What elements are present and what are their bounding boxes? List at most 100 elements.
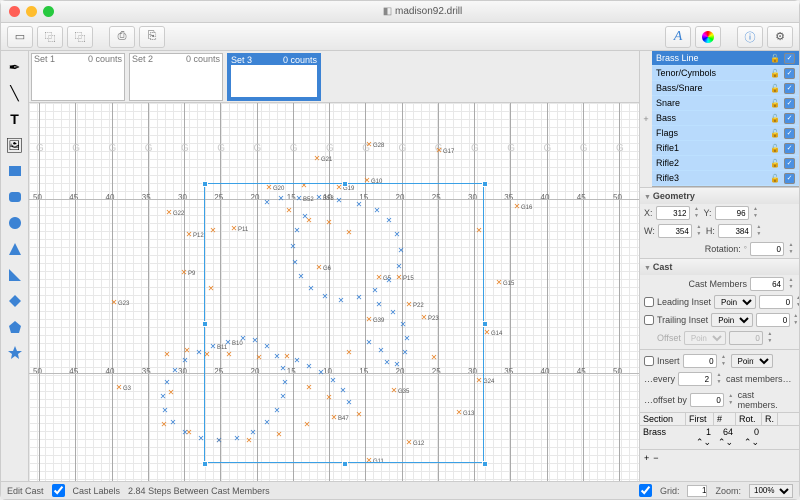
- castlabels-check[interactable]: [52, 484, 65, 497]
- image-tool[interactable]: 🖼: [3, 133, 27, 157]
- resize-handle[interactable]: [342, 181, 348, 187]
- roundrect-tool[interactable]: [3, 185, 27, 209]
- drill-canvas[interactable]: 5050G4545G4040G3535G3030G2525G2020G1515G…: [29, 103, 639, 481]
- cast-mark[interactable]: ✕: [161, 407, 169, 415]
- cast-mark[interactable]: ✕: [171, 367, 179, 375]
- cast-mark[interactable]: ✕: [513, 203, 521, 211]
- section-row[interactable]: Tenor/Cymbols🔓✓: [652, 66, 799, 81]
- selection-box[interactable]: [204, 183, 484, 463]
- visible-check[interactable]: ✓: [784, 83, 795, 94]
- cast-mark[interactable]: ✕: [495, 279, 503, 287]
- cast-mark[interactable]: ✕: [195, 349, 203, 357]
- resize-handle[interactable]: [482, 461, 488, 467]
- visible-check[interactable]: ✓: [784, 68, 795, 79]
- text-tool[interactable]: T: [3, 107, 27, 131]
- cast-mark[interactable]: ✕: [313, 155, 321, 163]
- geom-x[interactable]: [656, 206, 690, 220]
- resize-handle[interactable]: [202, 181, 208, 187]
- line-tool[interactable]: ╲: [3, 81, 27, 105]
- export-button[interactable]: ⎘: [139, 26, 165, 48]
- geom-y[interactable]: [715, 206, 749, 220]
- settings-button[interactable]: ⚙: [767, 26, 793, 48]
- geom-h[interactable]: [718, 224, 752, 238]
- insert-check[interactable]: [644, 356, 654, 366]
- visible-check[interactable]: ✓: [784, 53, 795, 64]
- visible-check[interactable]: ✓: [784, 98, 795, 109]
- remove-row[interactable]: −: [653, 453, 658, 463]
- rect-tool[interactable]: [3, 159, 27, 183]
- section-row[interactable]: Rifle1🔓✓: [652, 141, 799, 156]
- visible-check[interactable]: ✓: [784, 173, 795, 184]
- print-button[interactable]: ⎙: [109, 26, 135, 48]
- cast-mark[interactable]: ✕: [181, 429, 189, 437]
- geometry-header[interactable]: Geometry: [640, 188, 799, 204]
- visible-check[interactable]: ✓: [784, 158, 795, 169]
- grid-check[interactable]: [639, 484, 652, 497]
- copy-button[interactable]: ⿻: [67, 26, 93, 48]
- zoom-window[interactable]: [43, 6, 54, 17]
- close-window[interactable]: [9, 6, 20, 17]
- resize-handle[interactable]: [482, 181, 488, 187]
- cast-mark[interactable]: ✕: [115, 384, 123, 392]
- section-row[interactable]: Brass Line🔓✓: [652, 51, 799, 66]
- duplicate-button[interactable]: ⿻: [37, 26, 63, 48]
- cast-mark[interactable]: ✕: [181, 357, 189, 365]
- section-row[interactable]: Snare🔓✓: [652, 96, 799, 111]
- geom-w[interactable]: [658, 224, 692, 238]
- visible-check[interactable]: ✓: [784, 143, 795, 154]
- diamond-tool[interactable]: [3, 289, 27, 313]
- resize-handle[interactable]: [342, 461, 348, 467]
- cast-mark[interactable]: ✕: [185, 231, 193, 239]
- circle-tool[interactable]: [3, 211, 27, 235]
- cast-mark[interactable]: ✕: [435, 147, 443, 155]
- star-tool[interactable]: [3, 341, 27, 365]
- info-button[interactable]: ⓘ: [737, 26, 763, 48]
- cast-mark[interactable]: ✕: [483, 329, 491, 337]
- cast-mark[interactable]: ✕: [160, 421, 168, 429]
- add-row[interactable]: +: [644, 453, 649, 463]
- cast-mark[interactable]: ✕: [183, 347, 191, 355]
- font-button[interactable]: A: [665, 26, 691, 48]
- leading-check[interactable]: [644, 297, 654, 307]
- cast-mark[interactable]: ✕: [180, 269, 188, 277]
- leading-unit[interactable]: Points: [714, 295, 756, 309]
- section-row[interactable]: Bass🔓✓: [652, 111, 799, 126]
- resize-handle[interactable]: [202, 321, 208, 327]
- color-button[interactable]: [695, 26, 721, 48]
- righttri-tool[interactable]: [3, 263, 27, 287]
- trailing-check[interactable]: [644, 315, 654, 325]
- cast-mark[interactable]: ✕: [159, 393, 167, 401]
- section-row[interactable]: Rifle3🔓✓: [652, 171, 799, 186]
- cast-mark[interactable]: ✕: [110, 299, 118, 307]
- triangle-tool[interactable]: [3, 237, 27, 261]
- cast-members[interactable]: [750, 277, 784, 291]
- minimize-window[interactable]: [26, 6, 37, 17]
- visible-check[interactable]: ✓: [784, 128, 795, 139]
- cast-mark[interactable]: ✕: [167, 389, 175, 397]
- geom-rot[interactable]: [750, 242, 784, 256]
- visible-check[interactable]: ✓: [784, 113, 795, 124]
- section-row[interactable]: Rifle2🔓✓: [652, 156, 799, 171]
- resize-handle[interactable]: [202, 461, 208, 467]
- pentagon-tool[interactable]: [3, 315, 27, 339]
- resize-handle[interactable]: [482, 321, 488, 327]
- grid-value[interactable]: [687, 485, 707, 497]
- section-row[interactable]: Bass/Snare🔓✓: [652, 81, 799, 96]
- section-table-row[interactable]: Brass 1 ⌃⌄ 64 ⌃⌄ 0 ⌃⌄: [640, 426, 799, 449]
- cast-mark[interactable]: ✕: [163, 379, 171, 387]
- trailing-unit[interactable]: Points: [711, 313, 753, 327]
- stepper[interactable]: ▲▼: [693, 206, 701, 220]
- zoom-select[interactable]: 100%: [749, 484, 793, 498]
- cast-mark[interactable]: ✕: [163, 351, 171, 359]
- new-doc-button[interactable]: ▭: [7, 26, 33, 48]
- set-card[interactable]: Set 10 counts: [31, 53, 125, 101]
- pen-tool[interactable]: ✒: [3, 55, 27, 79]
- cast-mark[interactable]: ✕: [165, 209, 173, 217]
- section-row[interactable]: Flags🔓✓: [652, 126, 799, 141]
- add-section-button[interactable]: +: [640, 114, 652, 124]
- set-card[interactable]: Set 20 counts: [129, 53, 223, 101]
- cast-mark[interactable]: ✕: [169, 419, 177, 427]
- cast-header[interactable]: Cast: [640, 259, 799, 275]
- cast-mark[interactable]: ✕: [365, 141, 373, 149]
- set-card[interactable]: Set 30 counts: [227, 53, 321, 101]
